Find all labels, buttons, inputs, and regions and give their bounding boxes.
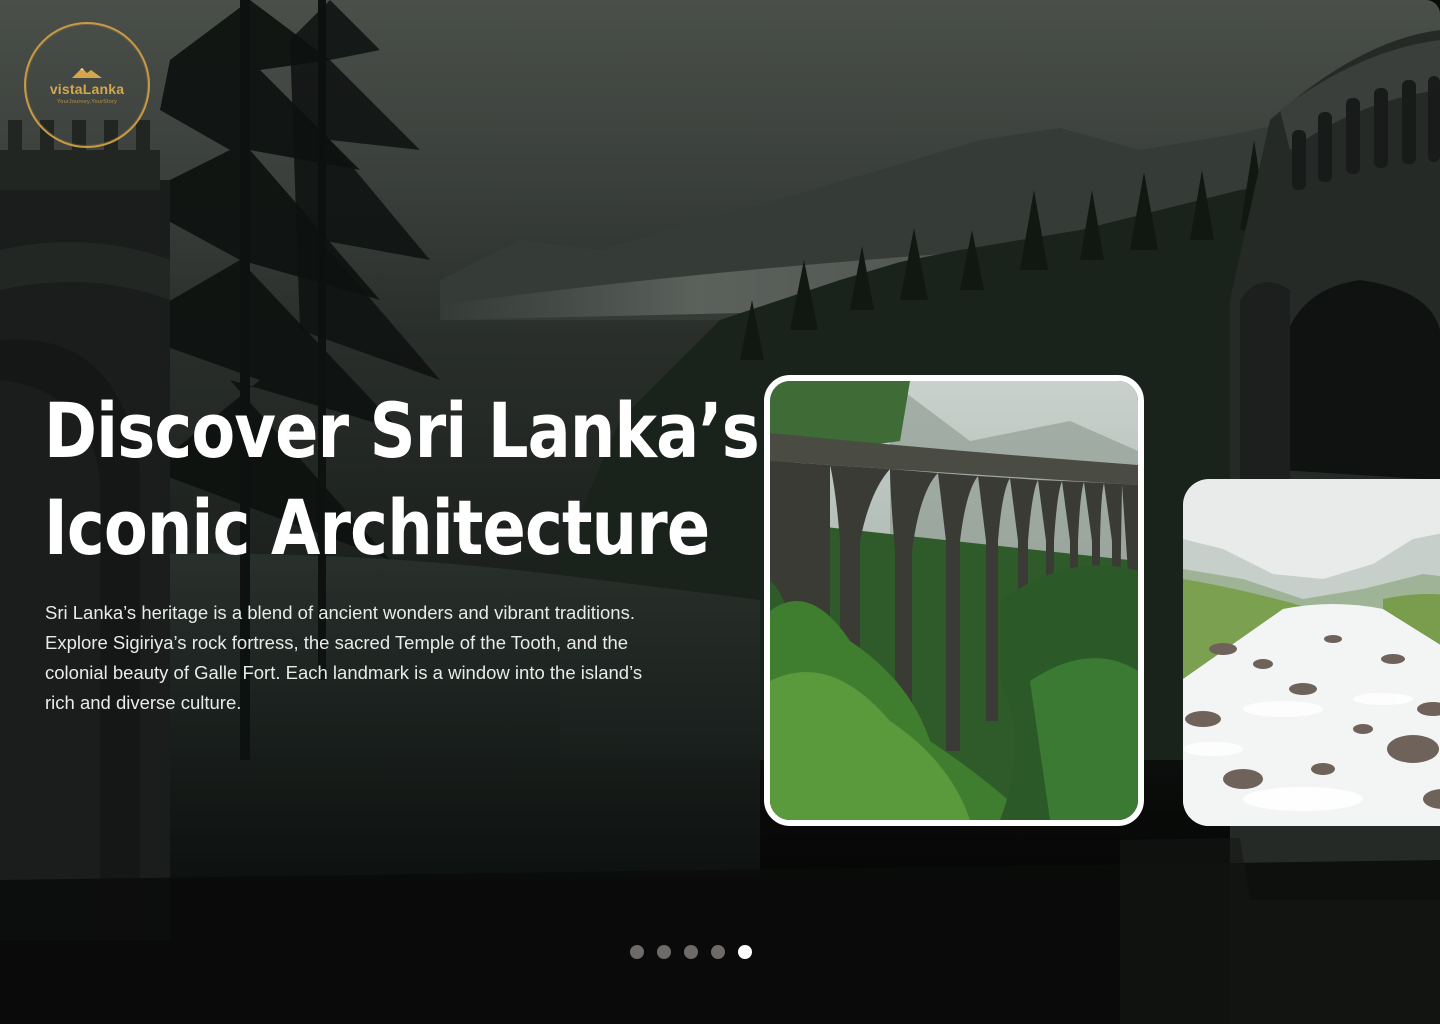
title-line-2: Iconic Architecture xyxy=(44,483,710,572)
title-line-1: Discover Sri Lanka’s xyxy=(44,386,760,475)
carousel-dot-1[interactable] xyxy=(630,945,644,959)
hero-description: Sri Lanka’s heritage is a blend of ancie… xyxy=(45,602,643,713)
brand-name: vistaLanka xyxy=(49,81,125,97)
carousel-card-bridge[interactable] xyxy=(764,375,1144,826)
page-title: Discover Sri Lanka’s Iconic Architecture xyxy=(44,382,760,576)
carousel-card-river[interactable] xyxy=(1183,479,1440,826)
mountain-icon xyxy=(72,68,102,78)
brand-logo[interactable]: vistaLanka YourJourney,YourStory xyxy=(24,22,150,148)
bridge-image xyxy=(770,381,1138,820)
river-image xyxy=(1183,479,1440,826)
carousel-dot-5[interactable] xyxy=(738,945,752,959)
carousel-dot-4[interactable] xyxy=(711,945,725,959)
carousel-pagination xyxy=(630,945,752,959)
hero-section: vistaLanka YourJourney,YourStory Discove… xyxy=(0,0,1440,1024)
carousel-dot-2[interactable] xyxy=(657,945,671,959)
carousel-dot-3[interactable] xyxy=(684,945,698,959)
brand-tagline: YourJourney,YourStory xyxy=(57,99,117,105)
